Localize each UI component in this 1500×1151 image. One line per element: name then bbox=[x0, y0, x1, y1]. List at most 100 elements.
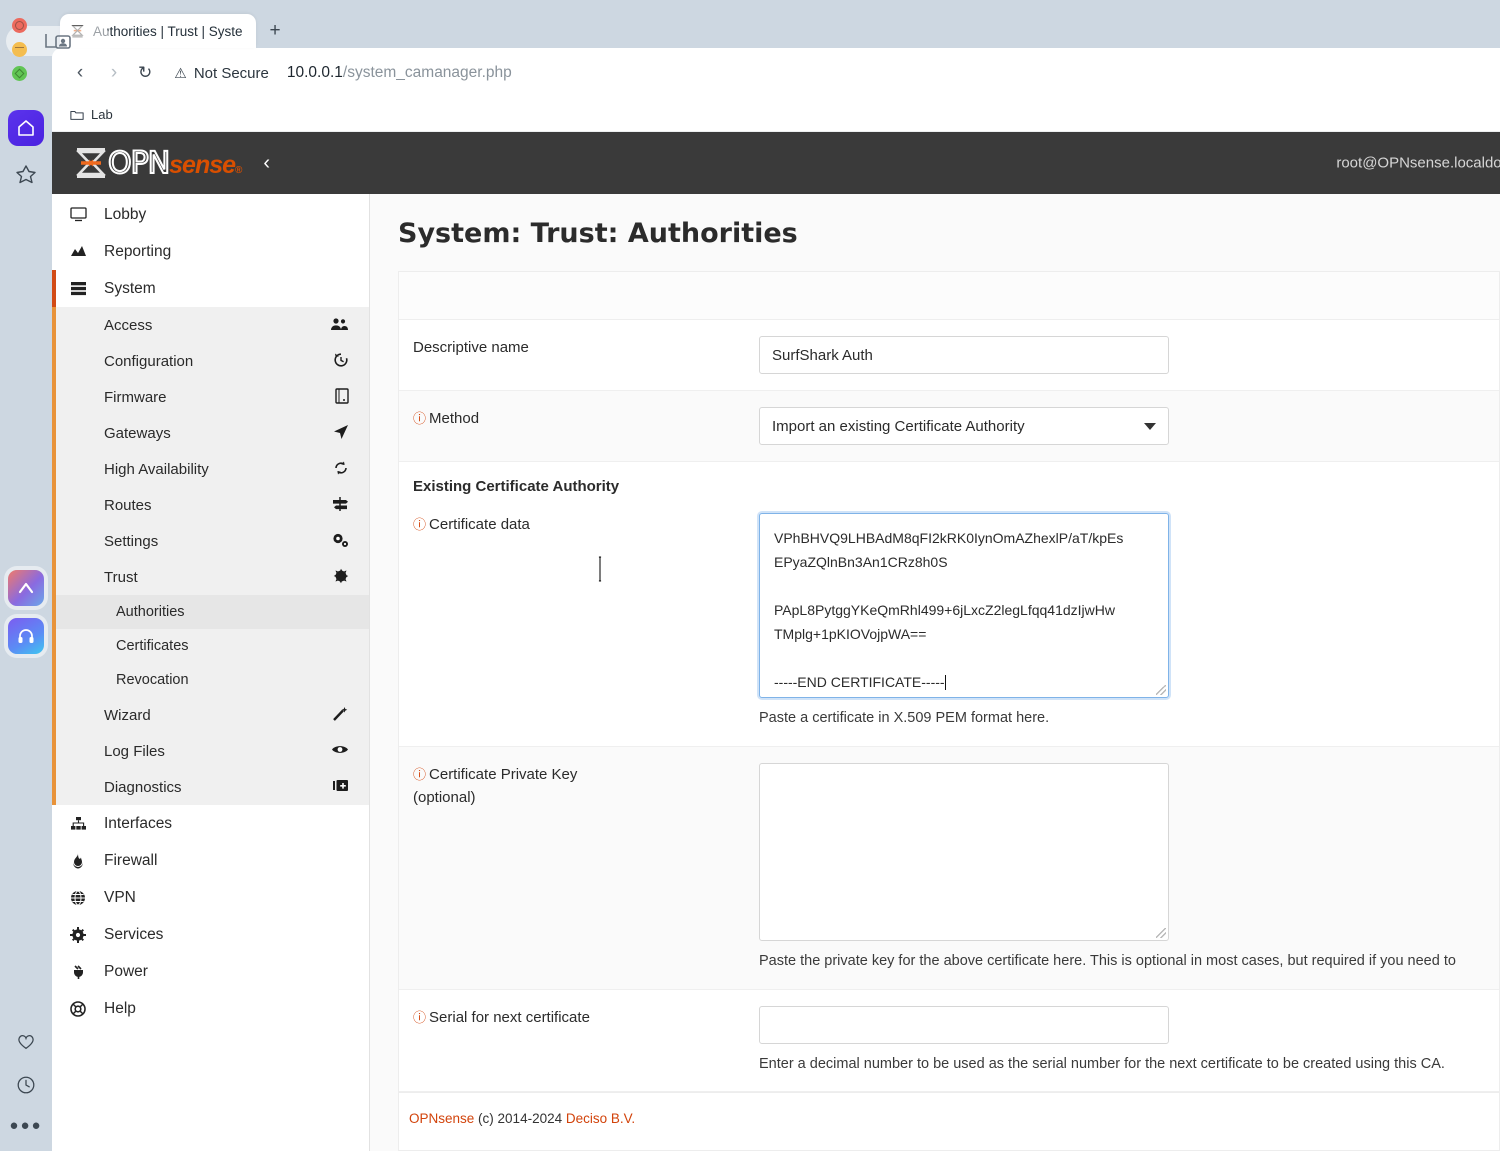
certificate-data-textarea[interactable]: VPhBHVQ9LHBAdM8qFI2kRK0IynOmAZhexlP/aT/k… bbox=[759, 513, 1169, 698]
certificate-data-label: ⓘCertificate data bbox=[399, 513, 759, 730]
logo-sense-text: sense bbox=[169, 151, 235, 180]
private-key-label-text: Certificate Private Key bbox=[429, 766, 577, 783]
dock-top-icons bbox=[0, 110, 52, 192]
page-title: System: Trust: Authorities bbox=[370, 194, 1500, 271]
warning-triangle-icon: ⚠ bbox=[174, 65, 187, 82]
window-traffic-lights bbox=[12, 18, 27, 81]
form-row-certificate-data: ⓘCertificate data VPhBHVQ9LHBAdM8qFI2kRK… bbox=[399, 507, 1499, 747]
opnsense-logo[interactable]: OPNsense® bbox=[74, 146, 241, 181]
app-headphones-icon[interactable] bbox=[8, 618, 44, 654]
share-screen-icon[interactable] bbox=[42, 30, 76, 54]
sidebar-label: Gateways bbox=[104, 425, 171, 442]
new-tab-button[interactable]: + bbox=[262, 18, 288, 44]
text-caret bbox=[945, 675, 946, 690]
sidebar-item-wizard[interactable]: Wizard bbox=[52, 697, 369, 733]
sidebar-item-vpn[interactable]: VPN bbox=[52, 879, 369, 916]
sidebar-label: Trust bbox=[104, 569, 138, 586]
resize-handle-icon[interactable] bbox=[1156, 928, 1166, 938]
sidebar-item-revocation[interactable]: Revocation bbox=[52, 663, 369, 697]
private-key-label: ⓘCertificate Private Key (optional) bbox=[399, 763, 759, 973]
sidebar-item-power[interactable]: Power bbox=[52, 953, 369, 990]
sync-icon bbox=[333, 460, 349, 479]
bookmark-lab[interactable]: Lab bbox=[70, 107, 113, 122]
app-arc-icon[interactable] bbox=[8, 570, 44, 606]
info-icon[interactable]: ⓘ bbox=[413, 1010, 426, 1025]
info-icon[interactable]: ⓘ bbox=[413, 767, 426, 782]
maximize-window-button[interactable] bbox=[12, 66, 27, 81]
sidebar-item-settings[interactable]: Settings bbox=[52, 523, 369, 559]
sidebar-item-certificates[interactable]: Certificates bbox=[52, 629, 369, 663]
descriptive-name-input[interactable]: SurfShark Auth bbox=[759, 336, 1169, 374]
sidebar-item-authorities[interactable]: Authorities bbox=[52, 595, 369, 629]
sidebar-item-services[interactable]: Services bbox=[52, 916, 369, 953]
sidebar-item-diagnostics[interactable]: Diagnostics bbox=[52, 769, 369, 805]
favorites-button[interactable] bbox=[8, 156, 44, 192]
sidebar-item-system[interactable]: System bbox=[52, 270, 369, 307]
private-key-textarea[interactable] bbox=[759, 763, 1169, 941]
footer-vendor[interactable]: Deciso B.V. bbox=[566, 1111, 635, 1126]
sidebar-item-help[interactable]: Help bbox=[52, 990, 369, 1027]
logo-registered-mark: ® bbox=[235, 165, 241, 176]
method-label: ⓘMethod bbox=[399, 407, 759, 445]
panel-header bbox=[399, 272, 1499, 320]
form-row-serial: ⓘSerial for next certificate Enter a dec… bbox=[399, 990, 1499, 1093]
more-options-icon[interactable]: ●●● bbox=[9, 1118, 42, 1133]
collapse-menu-icon[interactable]: ‹ bbox=[263, 152, 270, 175]
sidebar-label: Access bbox=[104, 317, 152, 334]
signs-icon bbox=[331, 496, 349, 515]
sidebar-item-firewall[interactable]: Firewall bbox=[52, 842, 369, 879]
sidebar-item-firmware[interactable]: Firmware bbox=[52, 379, 369, 415]
sidebar-label: Firmware bbox=[104, 389, 167, 406]
magic-icon bbox=[332, 706, 349, 725]
address-text[interactable]: 10.0.0.1/system_camanager.php bbox=[287, 64, 512, 82]
sidebar-label: Configuration bbox=[104, 353, 193, 370]
info-icon[interactable]: ⓘ bbox=[413, 517, 426, 532]
reload-button[interactable]: ↻ bbox=[138, 63, 152, 83]
sidebar-item-configuration[interactable]: Configuration bbox=[52, 343, 369, 379]
serial-input[interactable] bbox=[759, 1006, 1169, 1044]
sidebar-item-routes[interactable]: Routes bbox=[52, 487, 369, 523]
sidebar-item-high-availability[interactable]: High Availability bbox=[52, 451, 369, 487]
security-indicator[interactable]: ⚠ Not Secure bbox=[174, 65, 269, 82]
location-arrow-icon bbox=[333, 424, 349, 443]
sidebar-label: Authorities bbox=[116, 604, 185, 620]
cogs-icon bbox=[331, 532, 349, 551]
sidebar-item-trust[interactable]: Trust bbox=[52, 559, 369, 595]
sidebar-item-interfaces[interactable]: Interfaces bbox=[52, 805, 369, 842]
logo-opn-text: OPN bbox=[108, 146, 169, 181]
footer-copyright: (c) 2014-2024 bbox=[478, 1111, 562, 1126]
sidebar-label: VPN bbox=[104, 889, 136, 907]
sidebar-group-system: System Access Configuration bbox=[52, 270, 369, 805]
sidebar-item-log-files[interactable]: Log Files bbox=[52, 733, 369, 769]
serial-label-text: Serial for next certificate bbox=[429, 1009, 590, 1026]
footer-brand[interactable]: OPNsense bbox=[409, 1111, 474, 1126]
resize-handle-icon[interactable] bbox=[1156, 685, 1166, 695]
sidebar-bottom-items: Interfaces Firewall bbox=[52, 805, 369, 1027]
text-cursor-icon bbox=[597, 556, 603, 582]
sidebar-item-lobby[interactable]: Lobby bbox=[52, 196, 369, 233]
back-button[interactable]: ‹ bbox=[70, 62, 90, 84]
logged-in-user: root@OPNsense.localdon bbox=[1336, 155, 1500, 172]
arc-glyph-icon bbox=[16, 578, 36, 598]
heart-icon[interactable] bbox=[15, 1030, 37, 1052]
sidebar-item-gateways[interactable]: Gateways bbox=[52, 415, 369, 451]
sidebar-item-access[interactable]: Access bbox=[52, 307, 369, 343]
clock-icon[interactable] bbox=[15, 1074, 37, 1096]
sidebar-label: System bbox=[104, 280, 156, 298]
dock-app-icons bbox=[0, 570, 52, 654]
lifering-icon bbox=[68, 1001, 88, 1017]
info-icon[interactable]: ⓘ bbox=[413, 411, 426, 426]
sidebar-item-reporting[interactable]: Reporting bbox=[52, 233, 369, 270]
headphones-icon bbox=[16, 626, 36, 646]
opnsense-body: Lobby Reporting bbox=[52, 194, 1500, 1151]
opnsense-header: OPNsense® ‹ root@OPNsense.localdon bbox=[52, 132, 1500, 194]
method-select[interactable]: Import an existing Certificate Authority bbox=[759, 407, 1169, 445]
home-button[interactable] bbox=[8, 110, 44, 146]
close-window-button[interactable] bbox=[12, 18, 27, 33]
minimize-window-button[interactable] bbox=[12, 42, 27, 57]
fire-icon bbox=[68, 853, 88, 869]
browser-main: Authorities | Trust | Syste + ‹ › ↻ ⚠ No… bbox=[52, 0, 1500, 1151]
url-path: /system_camanager.php bbox=[343, 64, 512, 81]
opnsense-logo-icon bbox=[74, 146, 108, 180]
forward-button[interactable]: › bbox=[104, 62, 124, 84]
